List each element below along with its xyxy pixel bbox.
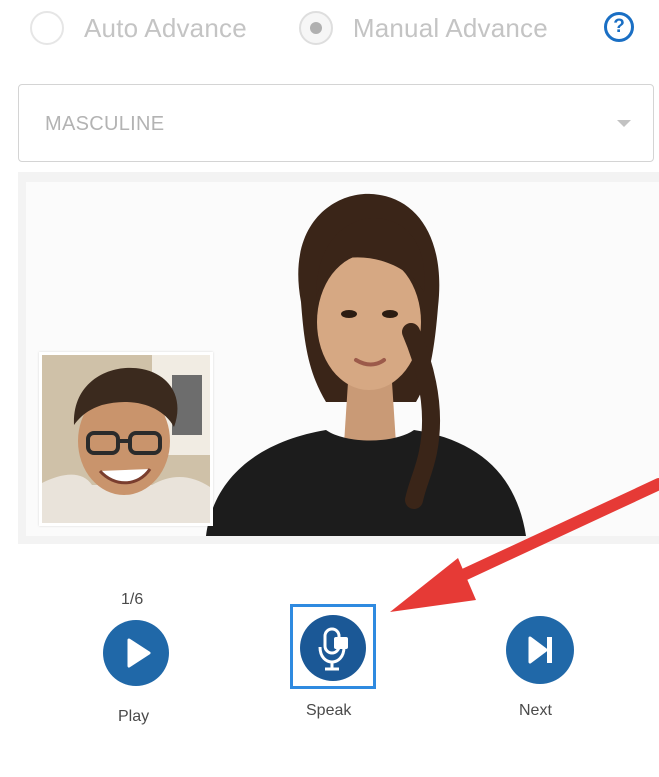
manual-advance-label: Manual Advance xyxy=(352,12,548,43)
auto-advance-option[interactable]: Auto Advance xyxy=(30,11,247,45)
next-button[interactable] xyxy=(506,616,574,684)
auto-advance-radio[interactable] xyxy=(30,11,64,45)
slide-counter: 1/6 xyxy=(121,591,144,608)
question-circle-icon[interactable]: ? xyxy=(604,12,634,42)
chevron-down-icon xyxy=(617,120,631,127)
play-label: Play xyxy=(118,708,150,725)
player-panel: 1/6 Play Speak Next xyxy=(18,172,659,777)
speak-button[interactable] xyxy=(300,615,366,681)
advance-mode-group: Auto Advance Manual Advance xyxy=(30,8,548,48)
video-frame xyxy=(26,182,659,536)
skip-next-icon xyxy=(528,636,552,664)
voice-select-value: MASCULINE xyxy=(45,113,165,135)
microphone-icon xyxy=(318,627,348,671)
manual-advance-option[interactable]: Manual Advance xyxy=(298,11,548,45)
next-label: Next xyxy=(519,702,552,719)
player-controls: 1/6 Play Speak Next xyxy=(18,544,659,777)
presenter-video xyxy=(166,182,566,536)
play-button[interactable] xyxy=(103,620,169,686)
user-webcam-thumbnail xyxy=(39,352,213,526)
play-icon xyxy=(127,638,151,668)
auto-advance-label: Auto Advance xyxy=(84,12,247,43)
manual-advance-radio[interactable] xyxy=(298,11,333,45)
voice-select[interactable]: MASCULINE xyxy=(18,84,654,162)
speaking-practice-widget: Auto Advance Manual Advance ? MASCULINE xyxy=(0,0,659,777)
speak-label: Speak xyxy=(306,702,352,719)
